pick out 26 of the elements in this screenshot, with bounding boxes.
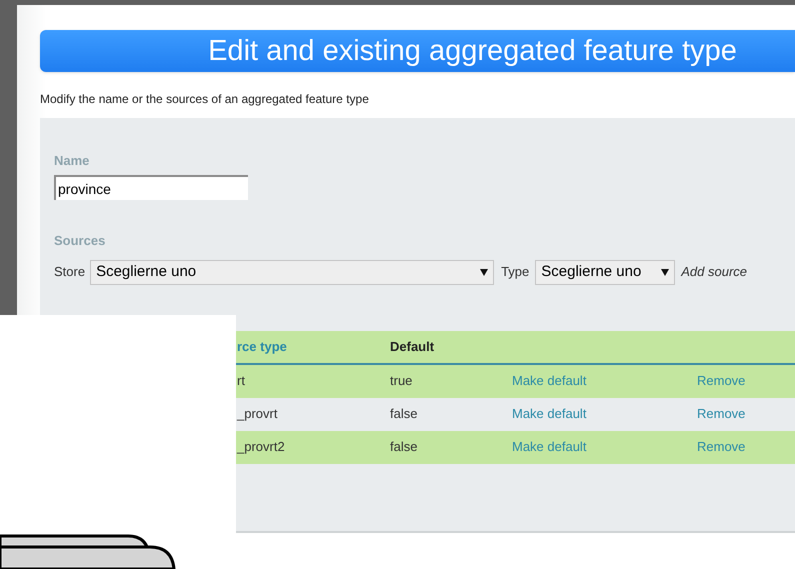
- page-title: Edit and existing aggregated feature type: [40, 30, 795, 72]
- caret-icon: [480, 268, 488, 276]
- table-cell-text: true: [390, 372, 412, 390]
- description-text: Modify the name or the sources of an aggregated feature type: [40, 92, 370, 106]
- table-cell-text: rt: [237, 372, 245, 390]
- store-label: Store: [54, 263, 86, 282]
- type-label: Type: [501, 263, 530, 282]
- table-cell-text: _provrt2: [237, 438, 285, 456]
- remove-link[interactable]: Remove: [697, 371, 746, 391]
- name-label: Name: [54, 153, 90, 169]
- name-input[interactable]: province: [54, 175, 248, 200]
- column-header: Default: [390, 338, 434, 356]
- remove-link[interactable]: Remove: [697, 437, 746, 457]
- table-cell-text: false: [390, 405, 418, 424]
- type-select[interactable]: Sceglierne uno: [535, 260, 676, 284]
- store-select[interactable]: Sceglierne uno: [90, 260, 494, 284]
- make-default-link[interactable]: Make default: [512, 371, 586, 391]
- sources-label: Sources: [54, 232, 106, 248]
- table-cell-text: _provrt: [237, 405, 278, 424]
- remove-link[interactable]: Remove: [697, 404, 746, 424]
- make-default-link[interactable]: Make default: [512, 437, 586, 457]
- column-header: rce type: [237, 338, 287, 356]
- make-default-link[interactable]: Make default: [512, 404, 586, 424]
- table-cell-text: false: [390, 438, 418, 456]
- add-source-link[interactable]: Add source: [681, 262, 748, 282]
- caret-icon: [661, 268, 670, 276]
